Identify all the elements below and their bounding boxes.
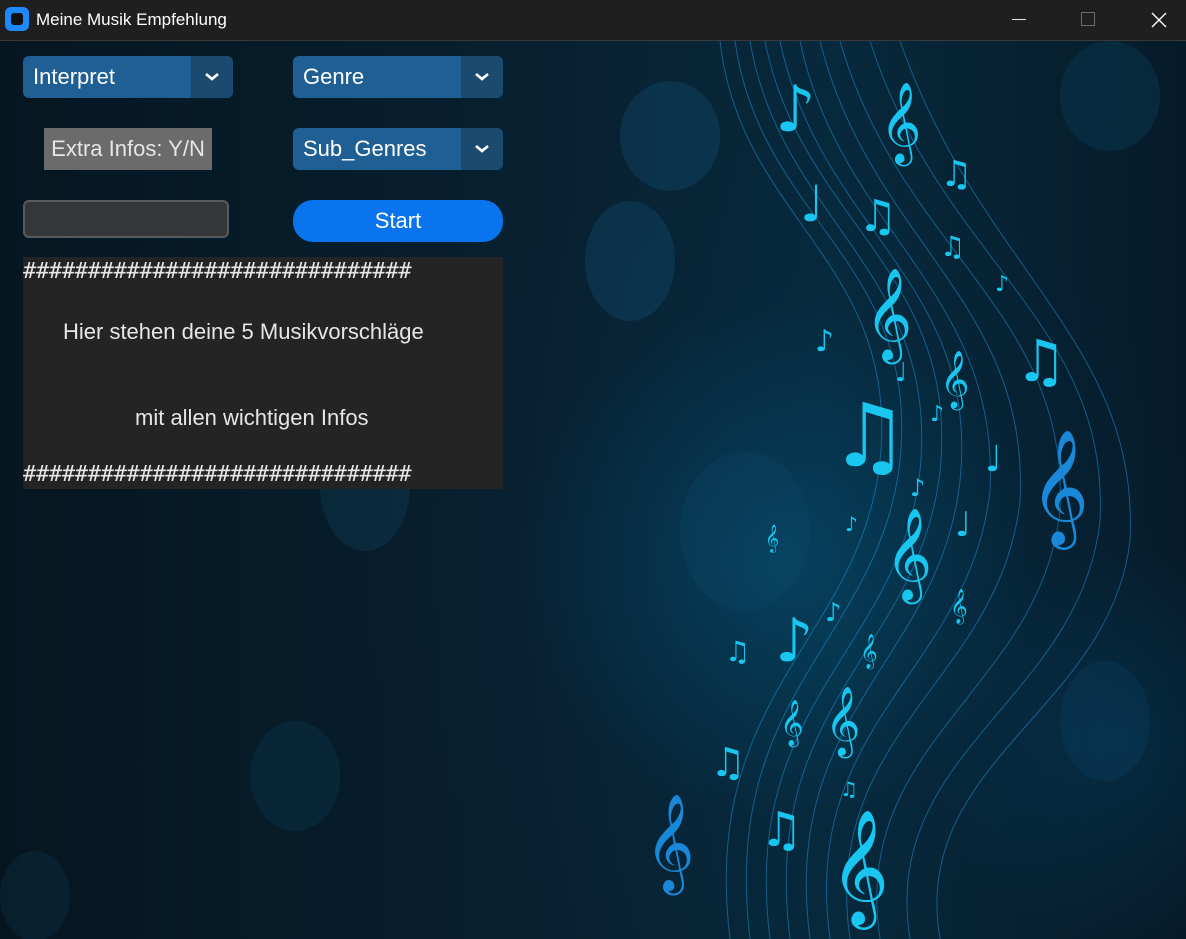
genre-select[interactable]: Genre — [293, 56, 503, 98]
results-line-1: Hier stehen deine 5 Musikvorschläge — [63, 319, 424, 344]
svg-text:𝄞: 𝄞 — [940, 350, 970, 411]
chevron-down-icon — [475, 73, 489, 81]
window-title: Meine Musik Empfehlung — [36, 10, 227, 29]
svg-text:♫: ♫ — [858, 191, 897, 242]
svg-text:♫: ♫ — [760, 802, 803, 858]
svg-text:♫: ♫ — [940, 154, 972, 195]
svg-text:♪: ♪ — [815, 324, 834, 359]
svg-text:♪: ♪ — [930, 402, 944, 427]
svg-text:𝄞: 𝄞 — [865, 267, 912, 364]
extra-info-label: Extra Infos: Y/N — [44, 128, 212, 170]
svg-text:𝄞: 𝄞 — [830, 808, 889, 930]
results-textbox[interactable]: ############################## Hier steh… — [23, 257, 503, 489]
close-button[interactable] — [1123, 0, 1186, 40]
svg-text:𝄞: 𝄞 — [765, 524, 779, 553]
title-bar: Meine Musik Empfehlung — [0, 0, 1186, 41]
separator-top: ############################## — [23, 259, 412, 284]
svg-text:𝄞: 𝄞 — [825, 686, 860, 758]
maximize-button[interactable] — [1053, 0, 1123, 40]
svg-text:♫: ♫ — [710, 740, 746, 786]
chevron-down-icon — [475, 145, 489, 153]
svg-text:♩: ♩ — [800, 175, 824, 233]
chevron-down-icon — [205, 73, 219, 81]
svg-text:♪: ♪ — [910, 474, 925, 502]
svg-text:♪: ♪ — [845, 512, 858, 536]
svg-text:♫: ♫ — [940, 230, 965, 263]
music-notes-background: ♪ 𝄞 ♫ ♩ ♫ ♫ ♪ 𝄞 ♪ ♫ 𝄞 ♩ ♫ ♪ ♩ ♪ 𝄞 ♩ ♪ 𝄞 … — [645, 41, 1131, 939]
svg-text:𝄞: 𝄞 — [645, 793, 695, 895]
svg-text:𝄞: 𝄞 — [880, 81, 921, 166]
results-line-2: mit allen wichtigen Infos — [135, 405, 369, 430]
main-content: ♪ 𝄞 ♫ ♩ ♫ ♫ ♪ 𝄞 ♪ ♫ 𝄞 ♩ ♫ ♪ ♩ ♪ 𝄞 ♩ ♪ 𝄞 … — [0, 41, 1186, 939]
extra-info-input[interactable] — [23, 200, 229, 238]
interpret-select-value: Interpret — [33, 64, 115, 89]
subgenre-select[interactable]: Sub_Genres — [293, 128, 503, 170]
svg-text:♫: ♫ — [1015, 327, 1067, 395]
svg-text:♪: ♪ — [775, 73, 816, 147]
svg-text:♫: ♫ — [830, 384, 909, 487]
svg-text:♩: ♩ — [955, 505, 971, 545]
svg-text:♩: ♩ — [985, 439, 1002, 480]
svg-text:♪: ♪ — [825, 598, 842, 628]
svg-text:𝄞: 𝄞 — [860, 634, 878, 670]
separator-bottom: ############################## — [23, 462, 412, 487]
genre-dropdown-button[interactable] — [461, 56, 503, 98]
svg-text:♫: ♫ — [725, 635, 750, 668]
subgenre-dropdown-button[interactable] — [461, 128, 503, 170]
minimize-button[interactable] — [984, 0, 1054, 40]
svg-text:♪: ♪ — [775, 606, 813, 676]
genre-select-value: Genre — [303, 64, 365, 89]
app-icon — [5, 7, 29, 31]
interpret-dropdown-button[interactable] — [191, 56, 233, 98]
start-button[interactable]: Start — [293, 200, 503, 242]
svg-text:♫: ♫ — [840, 777, 858, 801]
svg-text:𝄞: 𝄞 — [885, 507, 932, 604]
subgenre-select-value: Sub_Genres — [303, 136, 427, 161]
svg-text:𝄞: 𝄞 — [950, 589, 968, 625]
interpret-select[interactable]: Interpret — [23, 56, 233, 98]
svg-text:𝄞: 𝄞 — [780, 700, 804, 748]
svg-text:♪: ♪ — [995, 272, 1009, 297]
svg-text:𝄞: 𝄞 — [1030, 428, 1089, 550]
close-icon — [1151, 12, 1167, 28]
